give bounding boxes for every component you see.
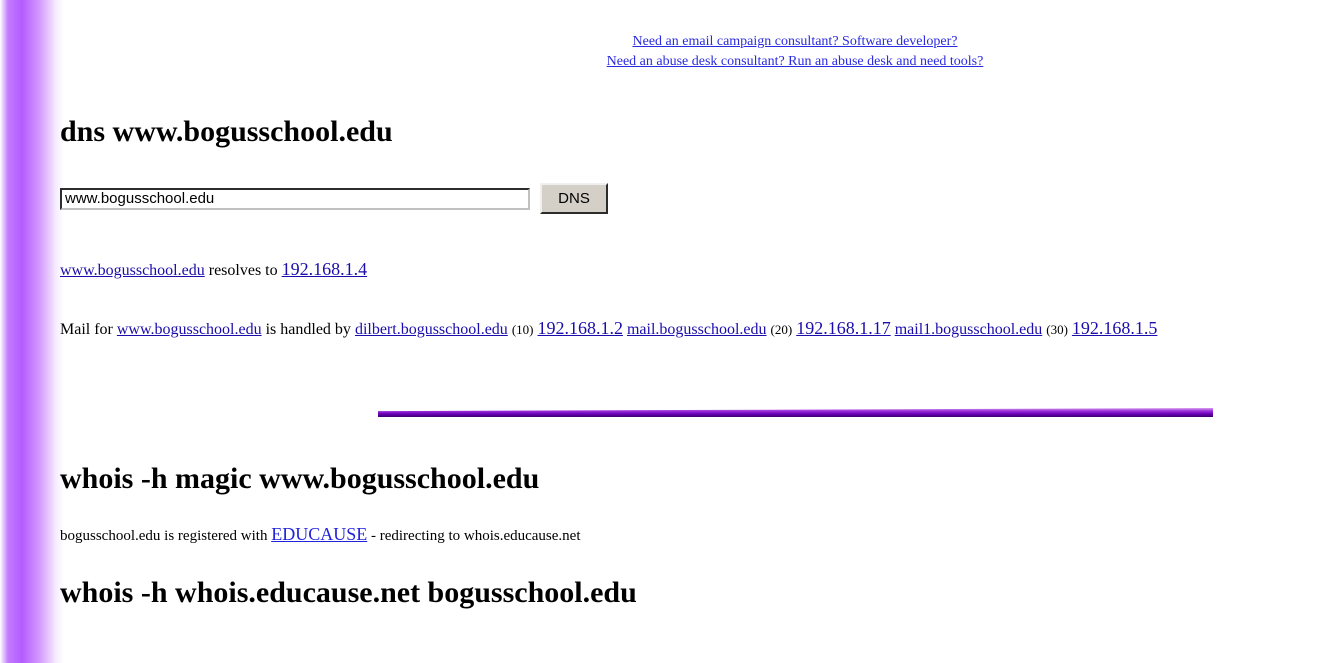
mx-host-link[interactable]: mail1.bogusschool.edu bbox=[895, 321, 1043, 338]
mx-host-link[interactable]: mail.bogusschool.edu bbox=[627, 321, 767, 338]
promo-link-email-consultant[interactable]: Need an email campaign consultant? Softw… bbox=[633, 34, 958, 49]
mail-prefix: Mail for bbox=[60, 321, 113, 338]
dns-submit-button[interactable]: DNS bbox=[540, 183, 608, 214]
whois-magic-heading: whois -h magic www.bogusschool.edu bbox=[60, 462, 540, 495]
registrar-suffix: - redirecting to whois.educause.net bbox=[370, 528, 581, 544]
mx-ip-link[interactable]: 192.168.1.5 bbox=[1072, 318, 1158, 338]
mx-priority: (10) bbox=[511, 322, 534, 337]
promo-links: Need an email campaign consultant? Softw… bbox=[480, 32, 1110, 72]
dns-form: DNS bbox=[60, 183, 608, 214]
registrar-line: bogusschool.edu is registered with EDUCA… bbox=[60, 522, 581, 548]
mx-priority: (20) bbox=[770, 322, 793, 337]
registrar-prefix: bogusschool.edu is registered with bbox=[60, 528, 268, 544]
whois-educause-heading: whois -h whois.educause.net bogusschool.… bbox=[60, 576, 637, 609]
dns-heading: dns www.bogusschool.edu bbox=[60, 115, 393, 148]
dns-query-input[interactable] bbox=[60, 187, 530, 210]
mail-mid-text: is handled by bbox=[265, 321, 351, 338]
host-link[interactable]: www.bogusschool.edu bbox=[60, 262, 205, 279]
ip-link[interactable]: 192.168.1.4 bbox=[282, 259, 368, 279]
mx-ip-link[interactable]: 192.168.1.17 bbox=[796, 318, 891, 338]
resolves-line: www.bogusschool.edu resolves to 192.168.… bbox=[60, 257, 367, 283]
section-divider bbox=[378, 408, 1213, 417]
resolves-text: resolves to bbox=[208, 262, 278, 279]
registrar-link[interactable]: EDUCAUSE bbox=[271, 524, 367, 544]
left-gradient-bar bbox=[0, 0, 64, 663]
mx-priority: (30) bbox=[1046, 322, 1068, 337]
promo-link-abuse-desk[interactable]: Need an abuse desk consultant? Run an ab… bbox=[607, 54, 984, 69]
mx-ip-link[interactable]: 192.168.1.2 bbox=[537, 318, 623, 338]
mail-handlers: Mail for www.bogusschool.edu is handled … bbox=[60, 316, 1315, 342]
mx-host-link[interactable]: dilbert.bogusschool.edu bbox=[355, 321, 508, 338]
mail-host-link[interactable]: www.bogusschool.edu bbox=[117, 321, 262, 338]
